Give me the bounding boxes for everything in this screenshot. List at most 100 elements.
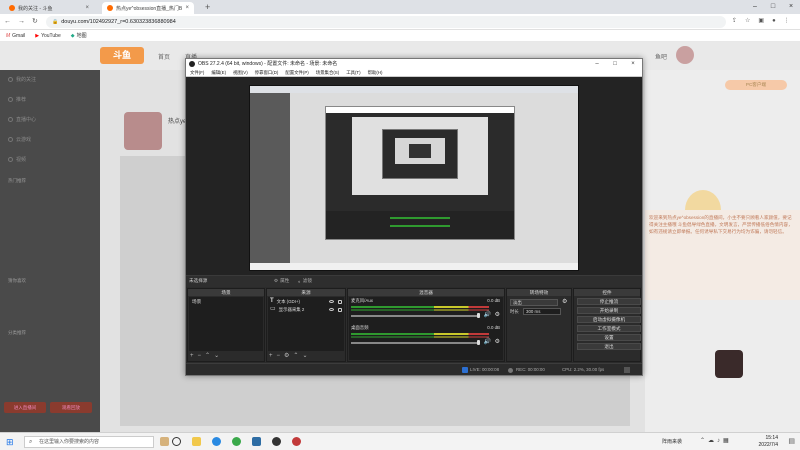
minimize-icon[interactable]: – <box>746 0 764 14</box>
speaker-icon[interactable]: 🔊 <box>484 311 491 318</box>
streamer-avatar[interactable] <box>124 112 162 150</box>
menu-file[interactable]: 文件(F) <box>190 69 204 76</box>
gear-icon[interactable]: ⚙ <box>562 298 567 305</box>
weather-text[interactable]: 阵雨来袭 <box>662 438 682 445</box>
remove-icon[interactable]: − <box>277 352 281 360</box>
close-window-icon[interactable]: × <box>624 59 642 69</box>
speaker-icon[interactable]: 🔊 <box>484 338 491 345</box>
promo-badge-icon[interactable] <box>715 350 743 378</box>
bookmark-maps[interactable]: ◆ 地图 <box>71 32 87 40</box>
tab-my-follows[interactable]: 我的关注 - 斗鱼 × <box>4 2 94 14</box>
menu-docks[interactable]: 停靠窗口(D) <box>255 69 279 76</box>
profile-icon[interactable]: ● <box>772 18 776 24</box>
close-tab-icon[interactable]: × <box>185 5 189 11</box>
volume-fader-handle[interactable] <box>477 340 480 345</box>
close-window-icon[interactable]: × <box>782 0 800 14</box>
sidebar-item-live-center[interactable]: 直播中心 <box>8 116 36 123</box>
new-tab-icon[interactable]: + <box>205 2 210 12</box>
scene-item[interactable]: 场景 <box>189 298 263 305</box>
filters-button[interactable]: ◐ 滤镜 <box>298 278 312 284</box>
bookmark-youtube[interactable]: ▶ YouTube <box>35 33 61 39</box>
menu-icon[interactable]: ⋮ <box>784 17 790 24</box>
start-virtual-camera-button[interactable]: 启动虚拟摄像机 <box>577 316 641 323</box>
obs-taskbar-icon[interactable] <box>272 437 281 446</box>
move-down-icon[interactable]: ⌄ <box>302 352 307 360</box>
move-up-icon[interactable]: ⌃ <box>293 352 298 360</box>
app-icon[interactable] <box>232 437 241 446</box>
move-down-icon[interactable]: ⌄ <box>214 352 219 360</box>
tray-icons[interactable]: ⌃☁♪▦ <box>700 437 732 444</box>
enter-room-button[interactable]: 进入直播间 <box>4 402 46 413</box>
sidebar-item-follows[interactable]: 我的关注 <box>8 76 36 83</box>
gear-icon[interactable]: ⚙ <box>284 352 289 360</box>
avatar[interactable] <box>676 46 694 64</box>
sidebar-item-cloud-game[interactable]: 云游戏 <box>8 136 31 143</box>
visibility-icon[interactable] <box>329 299 334 303</box>
tab-live-room[interactable]: 热点ye^obsession直播_热门B... × <box>102 2 194 14</box>
start-recording-button[interactable]: 开始录制 <box>577 307 641 314</box>
notification-icon[interactable]: ▤ <box>788 437 795 445</box>
add-icon[interactable]: + <box>190 352 194 360</box>
properties-button[interactable]: ⚙ 属性 <box>274 278 289 284</box>
menu-scene-collection[interactable]: 场景集合(S) <box>316 69 339 76</box>
visibility-icon[interactable] <box>329 307 334 311</box>
file-explorer-icon[interactable] <box>192 437 201 446</box>
back-icon[interactable]: ← <box>4 18 11 25</box>
move-up-icon[interactable]: ⌃ <box>205 352 210 360</box>
volume-fader[interactable] <box>351 342 477 344</box>
search-highlight-icon[interactable] <box>160 437 169 446</box>
reload-icon[interactable]: ↻ <box>32 17 38 25</box>
captured-obs-deep <box>409 144 431 158</box>
menu-profile[interactable]: 配置文件(P) <box>285 69 308 76</box>
captured-obs-inner-preview <box>395 138 445 164</box>
maximize-icon[interactable]: □ <box>764 0 782 14</box>
menu-help[interactable]: 帮助(H) <box>368 69 383 76</box>
app-icon[interactable] <box>292 437 301 446</box>
maximize-icon[interactable]: □ <box>606 59 624 69</box>
settings-button[interactable]: 设置 <box>577 334 641 341</box>
pc-client-badge[interactable]: PC客户端 <box>725 80 787 90</box>
lock-icon: 🔒 <box>52 19 59 25</box>
share-icon[interactable]: ⇪ <box>732 17 737 24</box>
volume-fader[interactable] <box>351 315 477 317</box>
source-item[interactable]: T 文本 (GDI+) <box>270 298 342 305</box>
lock-icon[interactable] <box>338 307 342 312</box>
studio-mode-button[interactable]: 工作室模式 <box>577 325 641 332</box>
exit-button[interactable]: 退出 <box>577 343 641 350</box>
menu-tools[interactable]: 工具(T) <box>346 69 360 76</box>
gear-icon[interactable]: ⚙ <box>495 338 500 345</box>
douyu-logo[interactable]: 斗鱼 <box>100 47 144 64</box>
bookmark-gmail[interactable]: M Gmail <box>6 33 25 39</box>
nav-fish-bar[interactable]: 鱼吧 <box>655 52 667 61</box>
volume-fader-handle[interactable] <box>477 313 480 318</box>
lock-icon[interactable] <box>338 299 342 304</box>
sidebar-item-recommend[interactable]: 推荐 <box>8 96 26 103</box>
duration-input[interactable]: 300 ms <box>523 308 561 315</box>
remove-icon[interactable]: − <box>198 352 202 360</box>
close-tab-icon[interactable]: × <box>85 5 89 11</box>
windows-start-icon[interactable]: ⊞ <box>6 437 14 448</box>
add-icon[interactable]: + <box>269 352 273 360</box>
obs-preview-canvas[interactable] <box>249 85 579 271</box>
taskbar-clock[interactable]: 15:14 2022/7/4 <box>759 435 778 449</box>
omnibox[interactable]: 🔒 douyu.com/102492927_r=0.63032383688098… <box>46 16 726 28</box>
star-icon[interactable]: ☆ <box>745 17 750 24</box>
replay-button[interactable]: 观看回放 <box>50 402 92 413</box>
menu-edit[interactable]: 编辑(E) <box>211 69 226 76</box>
minimize-icon[interactable]: – <box>588 59 606 69</box>
transition-select[interactable]: 淡出 <box>510 299 558 306</box>
chrome-icon[interactable] <box>212 437 221 446</box>
source-item[interactable]: ▭ 显示器采集 2 <box>270 306 342 313</box>
stop-streaming-button[interactable]: 停止推流 <box>577 298 641 305</box>
nav-home[interactable]: 首页 <box>158 52 170 61</box>
menu-view[interactable]: 视图(V) <box>233 69 248 76</box>
mixer-track-db: 0.0 dB <box>487 298 500 303</box>
task-view-icon[interactable] <box>172 437 181 446</box>
taskbar-search[interactable]: ⌕ 在这里输入你要搜索的内容 <box>24 436 154 448</box>
gear-icon[interactable]: ⚙ <box>495 311 500 318</box>
sidebar-item-video[interactable]: 视频 <box>8 156 26 163</box>
forward-icon[interactable]: → <box>18 18 25 25</box>
extensions-icon[interactable]: ▣ <box>758 17 764 24</box>
obs-menubar: 文件(F) 编辑(E) 视图(V) 停靠窗口(D) 配置文件(P) 场景集合(S… <box>186 69 642 77</box>
app-icon[interactable] <box>252 437 261 446</box>
